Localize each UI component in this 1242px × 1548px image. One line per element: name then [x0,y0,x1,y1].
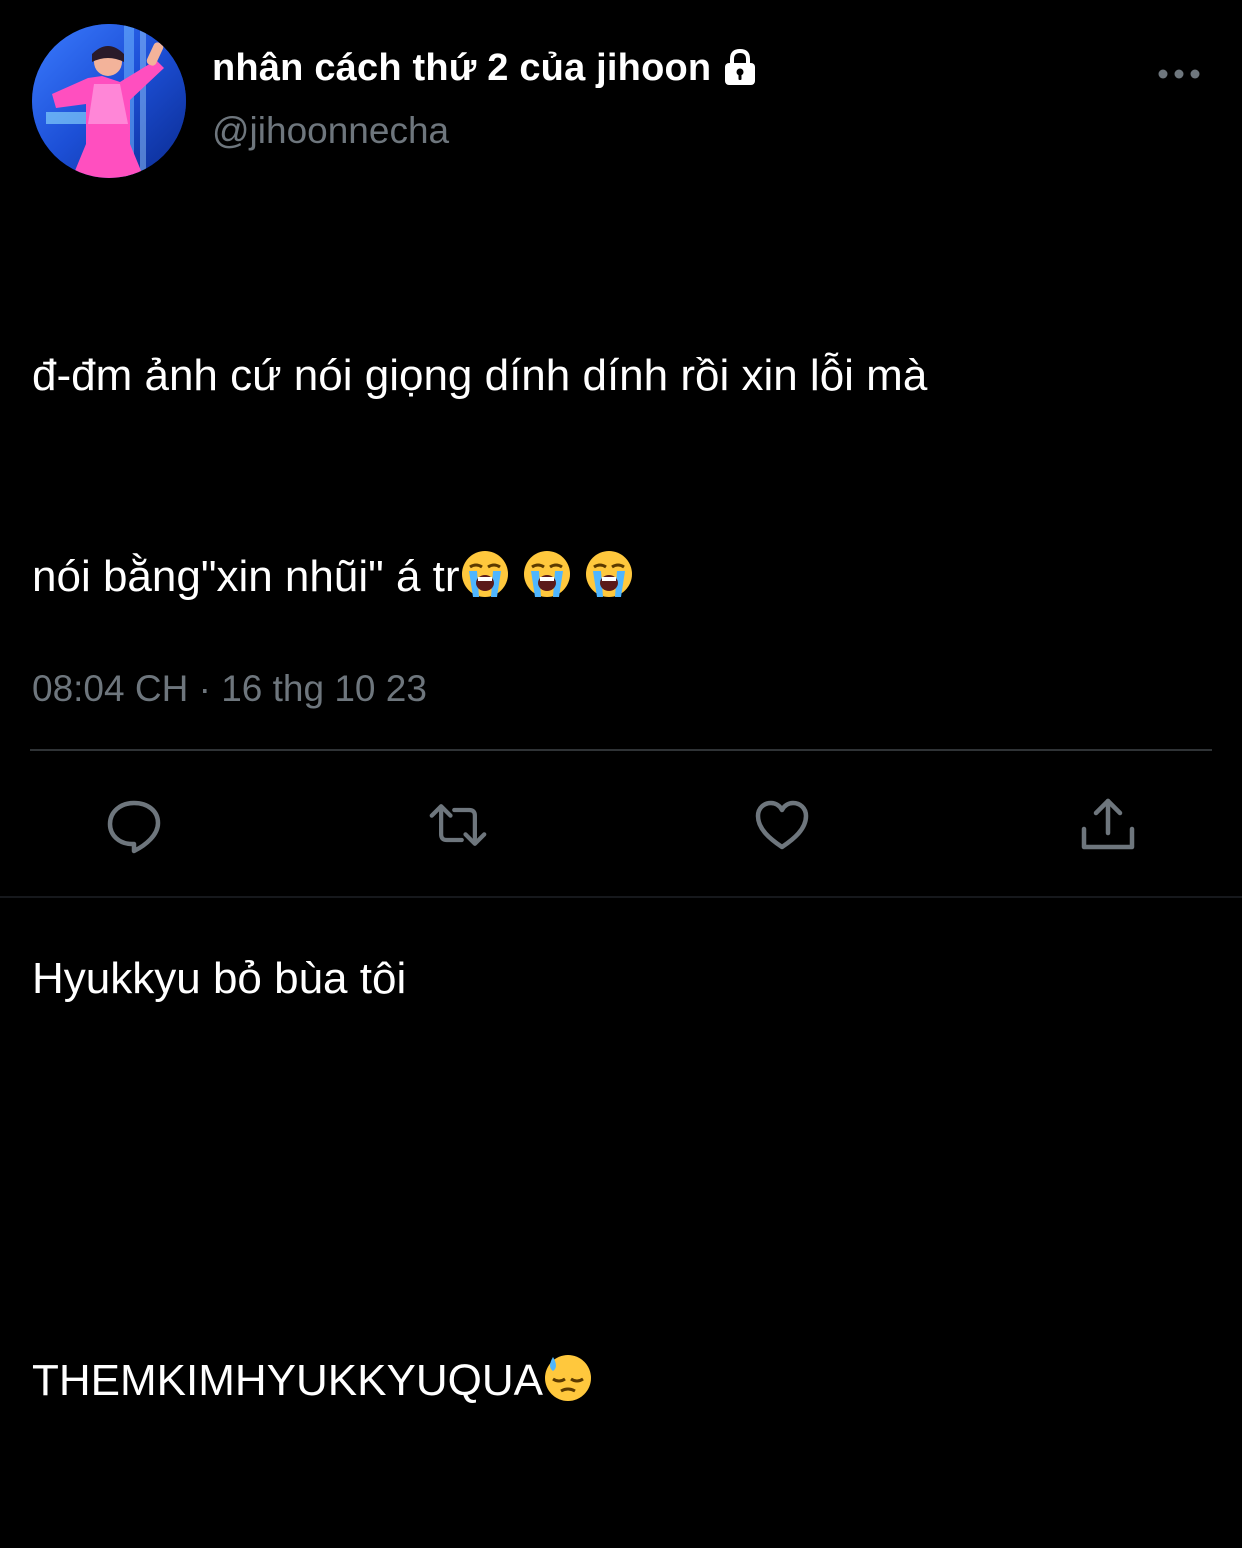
tweet-line: đ-đm ảnh cứ nói giọng dính dính rồi xin … [32,351,928,400]
display-name[interactable]: nhân cách thứ 2 của jihoon [212,47,711,90]
tweet-timestamp[interactable]: 08:04 CH · 16 thg 10 23 [32,668,427,710]
bottom-divider [0,896,1242,898]
loudly-crying-face-icon [585,551,632,597]
tweet-line: nói bằng"xin nhũi" á tr [32,543,1222,610]
downcast-face-with-sweat-icon [544,1355,591,1401]
display-name-row: nhân cách thứ 2 của jihoon [212,44,761,92]
tweet-line: Hyukkyu bỏ bùa tôi [32,954,407,1003]
tweet-body: đ-đm ảnh cứ nói giọng dính dính rồi xin … [32,208,1222,1548]
retweet-icon[interactable] [428,795,488,855]
avatar[interactable] [32,24,186,178]
share-icon[interactable] [1078,795,1138,855]
tweet-line: THEMKIMHYUKKYUQUA [32,1347,1222,1414]
user-handle[interactable]: @jihoonnecha [212,110,449,152]
lock-icon [725,48,756,85]
loudly-crying-face-icon [523,551,570,597]
heart-icon[interactable] [752,795,812,855]
tweet-line-text: nói bằng"xin nhũi" á tr [32,552,460,601]
more-options-icon[interactable] [1156,62,1202,86]
divider [30,749,1212,751]
tweet-detail: nhân cách thứ 2 của jihoon @jihoonnecha … [0,0,1242,1405]
reply-icon[interactable] [104,795,164,855]
tweet-line-text: THEMKIMHYUKKYUQUA [32,1356,543,1405]
loudly-crying-face-icon [461,551,508,597]
